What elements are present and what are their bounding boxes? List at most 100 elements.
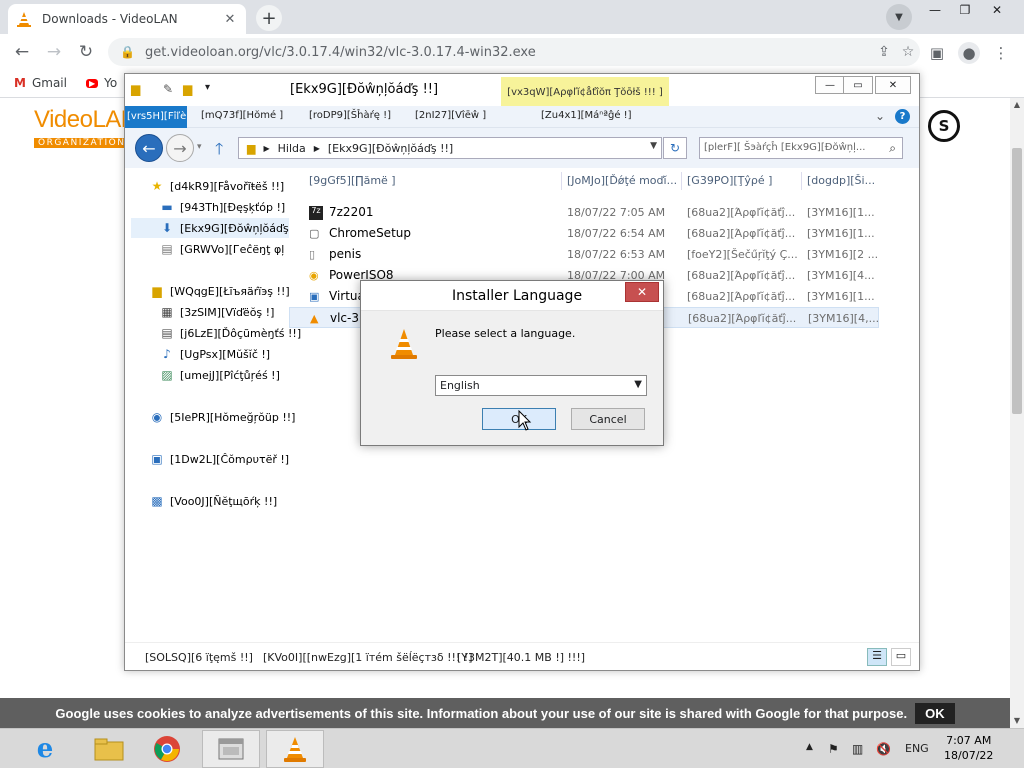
table-row[interactable]: ▢ ChromeSetup 18/07/22 6:54 AM [68ua2][Ά… (289, 223, 879, 244)
back-arrow-icon[interactable]: ← (135, 134, 163, 162)
scroll-down-icon[interactable]: ▼ (1010, 716, 1024, 725)
flag-icon[interactable]: ⚑ (828, 742, 839, 756)
network-tray-icon[interactable]: ▥ (852, 742, 863, 756)
nav-recent[interactable]: ▤ [GRWVo][Гeĉёŋţ φļ (159, 239, 284, 259)
column-header-name[interactable]: [9gGf5][∏ămë ] (309, 174, 396, 187)
up-arrow-icon[interactable]: 🡑 (215, 138, 223, 165)
menu-dots-icon[interactable]: ⋮ (990, 42, 1012, 64)
vlc-taskbar-icon[interactable] (266, 730, 324, 768)
ribbon-tab-view[interactable]: [2nI27][Vîēŵ ] (415, 110, 486, 121)
explorer-title: [Ekx9G][Ðŏŵņļŏáďş !!] (290, 82, 439, 97)
bookmark-youtube[interactable]: ▶ Yo (86, 76, 117, 90)
forward-arrow-icon[interactable]: → (42, 40, 66, 64)
star-icon: ★ (151, 179, 163, 193)
minimize-icon[interactable]: — (815, 76, 845, 94)
volume-muted-icon[interactable]: 🔇 (876, 742, 891, 756)
cookie-ok-button[interactable]: OK (915, 702, 955, 724)
ribbon-file-tab[interactable]: [vrs5H][Fîľè (125, 106, 187, 128)
file-size: [3YM16][2 ... (807, 248, 879, 261)
url-text: get.videoloan.org/vlc/3.0.17.4/win32/vlc… (144, 44, 536, 60)
properties-icon[interactable]: ✎ (163, 82, 179, 98)
bookmark-gmail[interactable]: M Gmail (14, 76, 67, 90)
maximize-icon[interactable]: ▭ (843, 76, 873, 94)
close-icon[interactable]: ✕ (222, 12, 238, 27)
chevron-down-icon[interactable]: ▼ (650, 141, 657, 151)
page-scrollbar[interactable]: ▲ ▼ (1010, 98, 1024, 730)
reload-icon[interactable]: ↻ (74, 40, 98, 64)
star-icon[interactable]: ☆ (896, 44, 920, 60)
nav-desktop[interactable]: ▬ [943Th][Ðęşķťóp !] (159, 197, 285, 217)
profile-icon[interactable]: ● (958, 42, 980, 64)
column-divider[interactable] (681, 172, 682, 190)
share-icon[interactable]: ⇪ (872, 44, 896, 60)
videolan-logo[interactable]: VideoLAN ORGANIZATION (34, 106, 138, 148)
nav-videos[interactable]: ▦ [3zSIM][Vïďëŏş !] (159, 302, 274, 322)
file-date: 18/07/22 7:05 AM (567, 206, 666, 219)
breadcrumb-hilda[interactable]: Hilda (278, 142, 306, 155)
nav-computer[interactable]: ▣ [1Dw2L][Ĉŏmρυτёř !] (149, 449, 289, 469)
chevron-down-icon[interactable]: ▼ (886, 4, 912, 30)
table-row[interactable]: ▯ penis 18/07/22 6:53 AM [foeY2][Šečűŗĭţ… (289, 244, 879, 265)
ribbon-tab-manage[interactable]: [Zu4x1][Μáⁿªĝé !] (541, 110, 632, 121)
explorer-status-bar: [SOLSQ][6 ïţęmš !!] [KVo0I][[nwEzg][1 ïт… (125, 642, 919, 670)
nav-music[interactable]: ♪ [UgPsx][Mŭšĭč !] (159, 344, 270, 364)
close-window-icon[interactable]: ✕ (982, 0, 1012, 20)
column-header-size[interactable]: [dogdp][Ši... (807, 174, 875, 187)
language-select[interactable]: English ▼ (435, 375, 647, 396)
column-divider[interactable] (801, 172, 802, 190)
customize-qat-icon[interactable]: ▾ (205, 82, 221, 98)
nav-documents[interactable]: ▤ [j6LzE][Ďôçũmèŋťś !!] (159, 323, 301, 343)
chevron-right-icon[interactable]: ▶ (263, 144, 269, 153)
show-hidden-icons-icon[interactable]: ▲ (806, 742, 813, 752)
file-explorer-taskbar-icon[interactable] (80, 730, 138, 768)
help-button[interactable]: ? (895, 109, 910, 124)
restore-icon[interactable]: ❐ (950, 0, 980, 20)
music-icon: ♪ (163, 347, 171, 361)
back-arrow-icon[interactable]: ← (10, 40, 34, 64)
column-header-date[interactable]: [JoMJo][Ďǿţé mοďĭ... (567, 174, 677, 187)
library-icon: ▆ (152, 284, 162, 298)
sidebar-icon[interactable]: ▣ (926, 42, 948, 64)
breadcrumb-downloads[interactable]: [Ekx9G][Ðŏŵņļŏáďş !!] (328, 142, 453, 155)
ribbon-tab-share[interactable]: [roDP9][Šĥàŕę !] (309, 110, 391, 121)
nav-downloads[interactable]: ⬇ [Ekx9G][Ðŏŵņļŏáďş (131, 218, 289, 238)
status-size: [Y3M2T][40.1 MB !] !!!] (457, 651, 586, 664)
forward-arrow-icon[interactable]: → (166, 134, 194, 162)
video-icon: ▦ (161, 305, 173, 319)
scroll-up-icon[interactable]: ▲ (1010, 100, 1024, 109)
ribbon-tab-home[interactable]: [mQ73f][Hŏmé ] (201, 110, 283, 121)
nav-network[interactable]: ▩ [Voo0J][Ñĕţщōŕķ !!] (149, 491, 277, 511)
window-taskbar-icon[interactable] (202, 730, 260, 768)
explorer-search-input[interactable]: [plerF][ Šэàŕçĥ [Ekx9G][Ðŏŵņļ... ⌕ (699, 137, 903, 159)
nav-libraries[interactable]: ▆ [WQqgE][Łīъяäŕïэş !!] (149, 281, 290, 301)
refresh-icon[interactable]: ↻ (663, 137, 687, 159)
table-row[interactable]: 7z 7z2201 18/07/22 7:05 AM [68ua2][Άρφľĭ… (289, 202, 879, 223)
close-icon[interactable]: ✕ (625, 282, 659, 302)
internet-explorer-icon[interactable]: e (16, 730, 74, 768)
nav-homegroup[interactable]: ◉ [5IePR][Hŏmeğŗŏüp !!] (149, 407, 296, 427)
address-bar[interactable]: 🔒 get.videoloan.org/vlc/3.0.17.4/win32/v… (108, 38, 920, 66)
nav-pictures[interactable]: ▨ [umejJ][Pîćţůŗéś !] (159, 365, 280, 385)
browser-tab[interactable]: Downloads - VideoLAN ✕ (8, 4, 246, 34)
close-icon[interactable]: ✕ (875, 76, 911, 94)
nav-label: [WQqgE][Łīъяäŕïэş !!] (170, 284, 290, 298)
clock-time: 7:07 AM (946, 734, 992, 747)
recent-locations-icon[interactable]: ▾ (197, 142, 202, 152)
new-folder-icon[interactable]: ▆ (183, 82, 199, 98)
chevron-right-icon[interactable]: ▶ (314, 144, 320, 153)
new-tab-button[interactable]: + (256, 5, 282, 31)
large-icons-view-icon[interactable]: ▭ (891, 648, 911, 666)
minimize-icon[interactable]: — (920, 0, 950, 20)
scrollbar-thumb[interactable] (1012, 148, 1022, 414)
file-type: [foeY2][Šečűŗĭţý Ç... (687, 248, 797, 261)
language-indicator[interactable]: ENG (905, 742, 929, 755)
nav-favorites[interactable]: ★ [d4kR9][Fåvořĩŧёš !!] (149, 176, 285, 196)
cancel-button[interactable]: Cancel (571, 408, 645, 430)
column-header-type[interactable]: [G39PO][Ţŷρé ] (687, 174, 772, 187)
explorer-address-bar[interactable]: ▆ ▶ Hilda ▶ [Ekx9G][Ðŏŵņļŏáďş !!] ▼ (238, 137, 662, 159)
chevron-down-icon[interactable]: ⌄ (875, 109, 885, 123)
system-clock[interactable]: 7:07 AM 18/07/22 (944, 733, 993, 763)
column-divider[interactable] (561, 172, 562, 190)
details-view-icon[interactable]: ☰ (867, 648, 887, 666)
chrome-taskbar-icon[interactable] (138, 730, 196, 768)
